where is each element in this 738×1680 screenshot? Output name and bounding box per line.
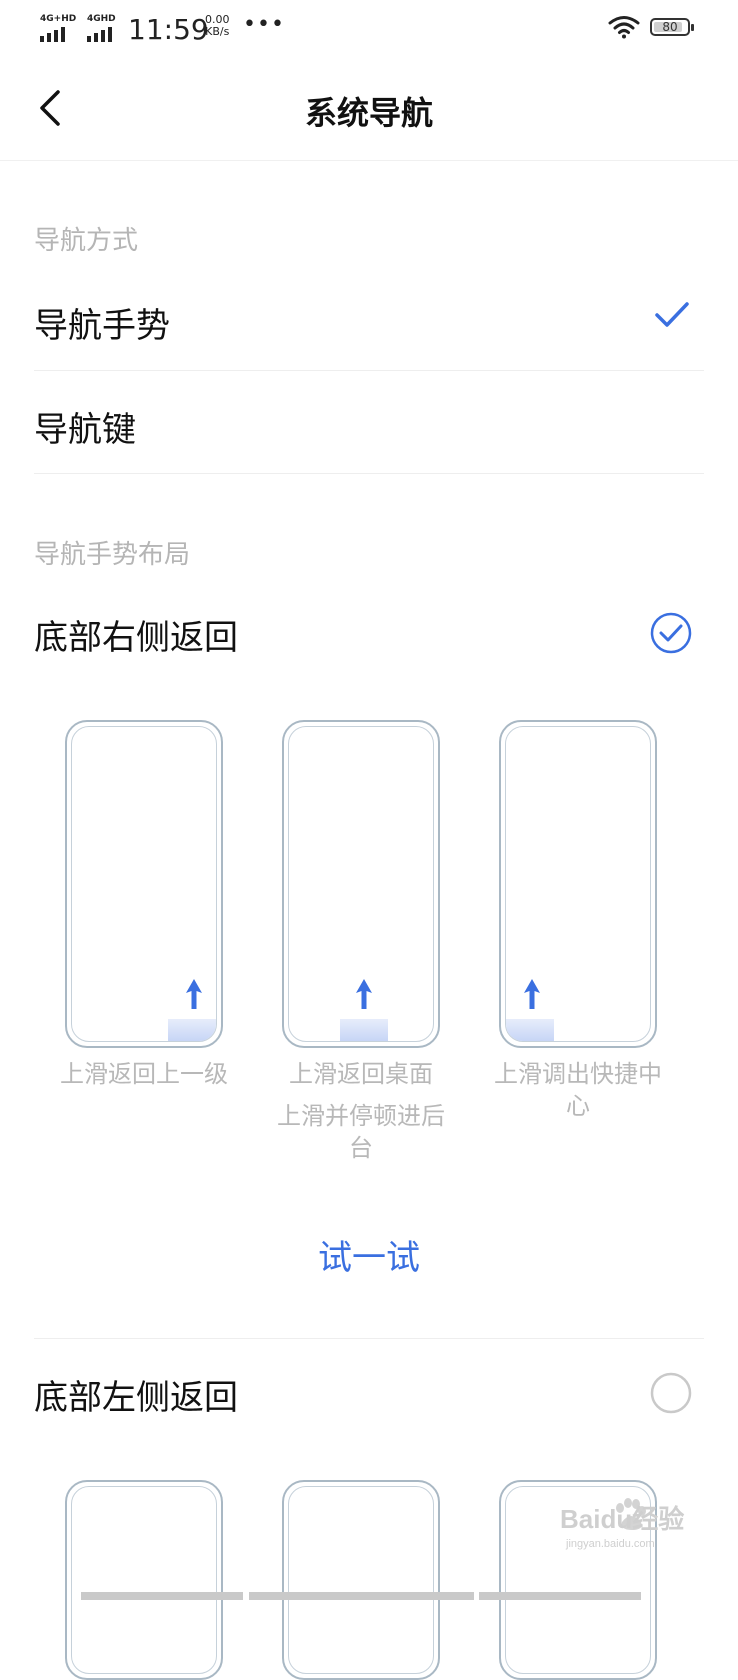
gesture-zone [168, 1019, 216, 1041]
caption-recents: 上滑并停顿进后台 [277, 1102, 445, 1162]
divider [34, 473, 704, 474]
option-label: 底部左侧返回 [34, 1378, 238, 1418]
header-bar: 系统导航 [0, 60, 738, 161]
preview-strip [81, 1592, 243, 1600]
arrow-up-icon [524, 979, 540, 1009]
phone-illustration-back [65, 720, 223, 1048]
option-label: 底部右侧返回 [34, 618, 238, 658]
arrow-up-icon [186, 979, 202, 1009]
radio-unchecked-icon [650, 1372, 692, 1414]
speed-unit: KB/s [205, 25, 230, 38]
status-bar: 4G+HD 4GHD 11:59 0.00 KB/s ••• 80 [0, 0, 738, 60]
more-notifications-icon: ••• [243, 12, 285, 37]
gesture-zone [340, 1019, 388, 1041]
section-label-gesture-layout: 导航手势布局 [34, 540, 191, 570]
sim1-label: 4G+HD [40, 14, 77, 24]
signal-bars-icon [40, 27, 65, 42]
option-label: 导航键 [34, 410, 136, 450]
checkmark-icon [655, 302, 689, 327]
wifi-icon [608, 16, 640, 39]
gesture-zone [506, 1019, 554, 1041]
phone-illustration [65, 1480, 223, 1680]
try-it-button[interactable]: 试一试 [0, 1230, 738, 1279]
arrow-up-icon [356, 979, 372, 1009]
sim2-label: 4GHD [87, 14, 116, 24]
preview-strip [249, 1592, 474, 1600]
option-nav-gesture[interactable]: 导航手势 [34, 276, 704, 370]
svg-text:Baidu经验: Baidu经验 [560, 1504, 684, 1534]
baidu-jingyan-watermark: Baidu经验 jingyan.baidu.com [560, 1498, 684, 1550]
radio-checked-icon [650, 612, 692, 654]
network-speed: 0.00 KB/s [205, 14, 230, 38]
option-label: 导航手势 [34, 306, 170, 346]
section-label-nav-mode: 导航方式 [34, 226, 139, 256]
preview-strip [479, 1592, 641, 1600]
clock: 11:59 [128, 13, 209, 46]
option-bottom-right-back[interactable]: 底部右侧返回 [34, 590, 704, 676]
phone-illustration [282, 1480, 440, 1680]
divider [34, 1338, 704, 1339]
option-nav-keys[interactable]: 导航键 [34, 372, 704, 472]
phone-illustration-home [282, 720, 440, 1048]
svg-text:jingyan.baidu.com: jingyan.baidu.com [565, 1538, 655, 1550]
battery-icon: 80 [650, 18, 694, 36]
page-title: 系统导航 [304, 94, 433, 132]
divider [34, 370, 704, 371]
option-bottom-left-back[interactable]: 底部左侧返回 [34, 1352, 704, 1436]
caption-back: 上滑返回上一级 [60, 1060, 228, 1088]
caption-shortcut: 上滑调出快捷中心 [494, 1060, 662, 1120]
phone-illustration-shortcut [499, 720, 657, 1048]
signal-bars-icon [87, 27, 112, 42]
battery-level: 80 [662, 20, 678, 34]
caption-home: 上滑返回桌面 [289, 1060, 433, 1088]
